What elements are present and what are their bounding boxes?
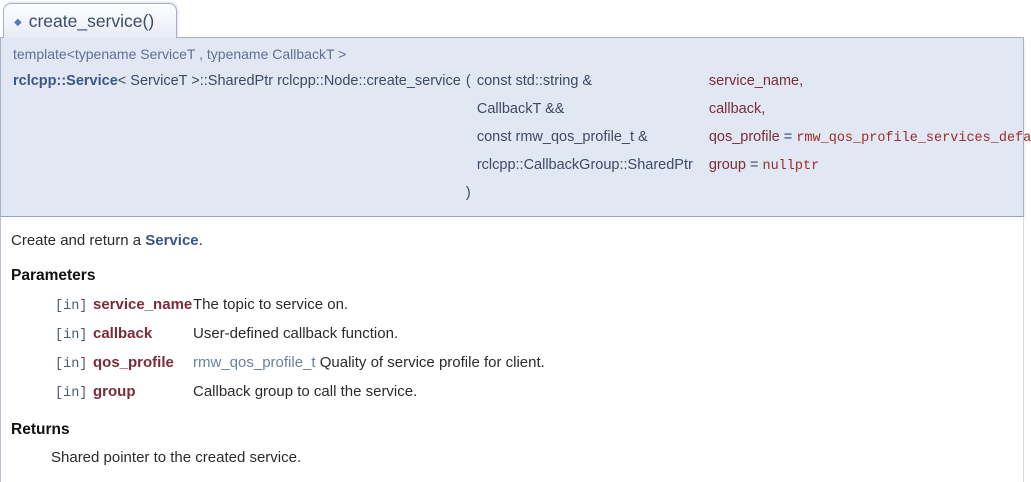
param-doc-name: qos_profile <box>93 353 193 372</box>
param-desc-text: The topic to service on. <box>193 296 348 313</box>
param-default-value: rmw_qos_profile_services_default <box>796 131 1031 146</box>
intro-text-post: . <box>199 232 203 249</box>
param-direction: [in] <box>55 326 93 345</box>
permalink-anchor-icon[interactable]: ◆ <box>14 17 22 28</box>
signature-empty-cell <box>461 96 477 124</box>
param-name: qos_profile <box>709 129 780 145</box>
intro-text-pre: Create and return a <box>11 232 145 249</box>
close-paren: ) <box>461 180 477 206</box>
param-desc-text: Callback group to call the service. <box>193 383 417 400</box>
param-type: const rmw_qos_profile_t & <box>477 124 709 152</box>
param-name-cell: service_name, <box>709 68 1031 96</box>
param-direction: [in] <box>55 297 93 316</box>
param-direction: [in] <box>55 355 93 374</box>
param-doc-name: callback <box>93 324 193 343</box>
param-doc-name: group <box>93 382 193 401</box>
function-prototype-box: template<typename ServiceT , typename Ca… <box>0 37 1024 217</box>
service-class-link[interactable]: Service <box>145 232 198 249</box>
returns-text: Shared pointer to the created service. <box>51 449 1013 466</box>
signature-empty-cell <box>477 180 709 206</box>
signature-empty-cell <box>709 180 1031 206</box>
param-type: const std::string & <box>477 68 709 96</box>
param-default-value: nullptr <box>762 159 819 174</box>
param-separator: , <box>761 101 765 117</box>
signature-empty-cell <box>461 124 477 152</box>
param-doc-name: service_name <box>93 295 193 314</box>
param-desc-text: Quality of service profile for client. <box>316 354 545 371</box>
param-type: rclcpp::CallbackGroup::SharedPtr <box>477 152 709 180</box>
signature-empty-cell <box>461 152 477 180</box>
param-eq: = <box>780 129 797 145</box>
param-direction: [in] <box>55 384 93 403</box>
signature-table: rclcpp::Service< ServiceT >::SharedPtr r… <box>13 68 1015 206</box>
param-doc-description: User-defined callback function. <box>193 324 1013 343</box>
param-eq: = <box>746 157 763 173</box>
param-separator: , <box>799 73 803 89</box>
parameters-body: [in] service_name The topic to service o… <box>55 295 1013 403</box>
member-documentation: Create and return a Service. Parameters … <box>0 217 1024 482</box>
parameters-heading: Parameters <box>11 267 1013 285</box>
parameters-section: Parameters [in] service_name The topic t… <box>11 267 1013 403</box>
returns-heading: Returns <box>11 421 1013 439</box>
intro-paragraph: Create and return a Service. <box>11 232 1013 249</box>
template-parameters-line: template<typename ServiceT , typename Ca… <box>13 46 1015 68</box>
returns-section: Returns Shared pointer to the created se… <box>11 421 1013 466</box>
param-desc-text: User-defined callback function. <box>193 325 398 342</box>
signature-empty-cell <box>13 124 461 152</box>
param-doc-description: The topic to service on. <box>193 295 1013 314</box>
signature-empty-cell <box>13 152 461 180</box>
member-title-tab: ◆ create_service() <box>3 3 177 38</box>
param-type: CallbackT && <box>477 96 709 124</box>
signature-name-cell: rclcpp::Service< ServiceT >::SharedPtr r… <box>13 68 461 96</box>
return-type-link[interactable]: rclcpp::Service <box>13 73 118 89</box>
param-doc-description: rmw_qos_profile_t Quality of service pro… <box>193 353 1013 372</box>
signature-name-rest: < ServiceT >::SharedPtr rclcpp::Node::cr… <box>118 73 461 89</box>
param-name-cell: group = nullptr <box>709 152 1031 180</box>
rmw-qos-profile-link[interactable]: rmw_qos_profile_t <box>193 354 316 371</box>
member-title-label: create_service() <box>29 11 154 31</box>
signature-empty-cell <box>13 96 461 124</box>
param-name: group <box>709 157 746 173</box>
param-name-cell: qos_profile = rmw_qos_profile_services_d… <box>709 124 1031 152</box>
param-name: service_name <box>709 73 799 89</box>
parameters-table: [in] service_name The topic to service o… <box>55 295 1013 403</box>
param-name: callback <box>709 101 761 117</box>
param-doc-description: Callback group to call the service. <box>193 382 1013 401</box>
signature-empty-cell <box>13 180 461 206</box>
member-item: template<typename ServiceT , typename Ca… <box>0 37 1024 482</box>
param-name-cell: callback, <box>709 96 1031 124</box>
open-paren: ( <box>461 68 477 96</box>
